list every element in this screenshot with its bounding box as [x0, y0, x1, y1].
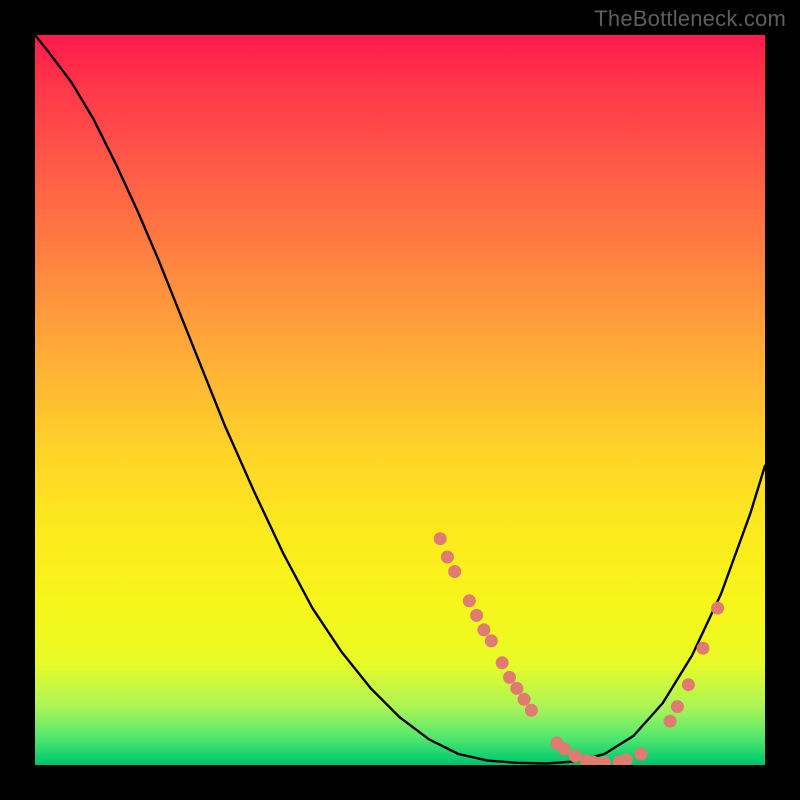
data-point-markers	[434, 532, 724, 765]
data-point	[664, 715, 677, 728]
bottleneck-curve	[35, 35, 765, 764]
data-point	[525, 704, 538, 717]
data-point	[496, 656, 509, 669]
data-point	[682, 678, 695, 691]
data-point	[634, 748, 647, 761]
data-point	[711, 602, 724, 615]
chart-svg	[35, 35, 765, 765]
data-point	[441, 551, 454, 564]
data-point	[434, 532, 447, 545]
chart-frame: TheBottleneck.com	[0, 0, 800, 800]
data-point	[510, 682, 523, 695]
data-point	[477, 623, 490, 636]
plot-area	[35, 35, 765, 765]
data-point	[503, 671, 516, 684]
data-point	[463, 594, 476, 607]
data-point	[620, 753, 633, 765]
data-point	[470, 609, 483, 622]
data-point	[558, 742, 571, 755]
data-point	[697, 642, 710, 655]
data-point	[485, 634, 498, 647]
data-point	[671, 700, 684, 713]
data-point	[448, 565, 461, 578]
source-credit: TheBottleneck.com	[594, 6, 786, 32]
data-point	[518, 693, 531, 706]
data-point	[598, 756, 611, 765]
